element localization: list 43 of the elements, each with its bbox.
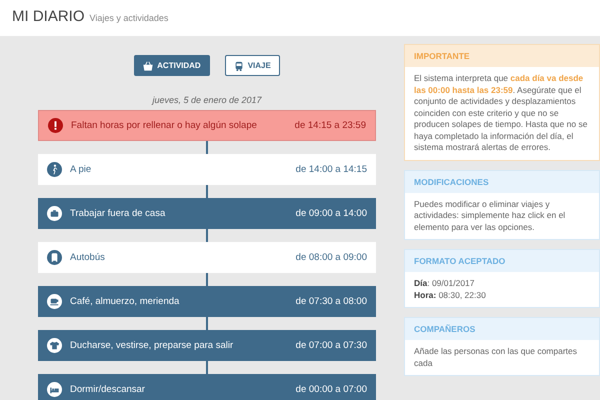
- bed-icon: [47, 382, 62, 397]
- entry-label: Dormir/descansar: [70, 384, 146, 395]
- timeline-entry[interactable]: Ducharse, vestirse, preparse para salir de 07:00 a 07:30: [38, 330, 376, 361]
- panel-title: IMPORTANTE: [405, 45, 599, 67]
- bus-icon: [47, 250, 62, 265]
- timeline-entry[interactable]: Dormir/descansar de 00:00 a 07:00: [38, 374, 376, 400]
- entry-label: Autobús: [70, 252, 106, 263]
- entry-time: de 00:00 a 07:00: [296, 384, 367, 395]
- entry-label: A pie: [70, 164, 92, 175]
- entry-time: de 07:00 a 07:30: [296, 340, 367, 351]
- panel-text: El sistema interpreta que cada día va desde las 00:00 hasta las 23:59. Asegúrate que el conjunto de actividades y desplazamientos coinciden con este criterio y que no se producen solapes de tiempo. Hasta que no se haya completado la información del día, el sistema mostrará alertas de errores.: [414, 73, 588, 154]
- panel-text: Día: 09/01/2017: [414, 278, 476, 290]
- basket-icon: [143, 60, 154, 70]
- entry-time: de 09:00 a 14:00: [296, 208, 367, 219]
- page-subtitle: Viajes y actividades: [90, 13, 168, 23]
- panel-title: FORMATO ACEPTADO: [405, 250, 599, 272]
- panel-text: Puedes modificar o eliminar viajes y actividades: simplemente haz click en el elemento para ver las opciones.: [414, 198, 566, 233]
- entry-time: de 08:00 a 09:00: [296, 252, 367, 263]
- shirt-icon: [47, 338, 62, 353]
- panel-title: COMPAÑEROS: [405, 318, 599, 340]
- panel-title: MODIFICACIONES: [405, 170, 599, 192]
- exclamation-icon: [48, 118, 63, 133]
- entry-time: de 14:15 a 23:59: [294, 120, 366, 131]
- briefcase-icon: [47, 206, 62, 221]
- panel-text: Añade las personas con las que compartes cada: [414, 346, 578, 369]
- timeline-entry[interactable]: Trabajar fuera de casa de 09:00 a 14:00: [38, 198, 376, 229]
- walking-person-icon: [47, 162, 62, 177]
- add-trip-button[interactable]: VIAJE: [224, 55, 280, 76]
- entry-label: Faltan horas por rellenar o hay algún solape: [71, 120, 258, 131]
- page-title: MI DIARIO: [12, 8, 85, 25]
- entry-time: de 07:30 a 08:00: [296, 296, 367, 307]
- entry-label: Café, almuerzo, merienda: [70, 296, 180, 307]
- cup-icon: [47, 294, 62, 309]
- timeline-entry[interactable]: Café, almuerzo, merienda de 07:30 a 08:00: [38, 286, 376, 317]
- entry-label: Ducharse, vestirse, preparse para salir: [70, 340, 234, 351]
- date-label: jueves, 5 de enero de 2017: [150, 95, 263, 105]
- bus-icon: [234, 60, 244, 70]
- timeline-entry[interactable]: Autobús de 08:00 a 09:00: [38, 242, 376, 273]
- entry-time: de 14:00 a 14:15: [296, 164, 367, 175]
- entry-label: Trabajar fuera de casa: [70, 208, 166, 219]
- timeline-entry[interactable]: A pie de 14:00 a 14:15: [38, 154, 376, 185]
- add-activity-button[interactable]: ACTIVIDAD: [134, 55, 210, 76]
- panel-text: Hora: 08:30, 22:30: [414, 290, 487, 301]
